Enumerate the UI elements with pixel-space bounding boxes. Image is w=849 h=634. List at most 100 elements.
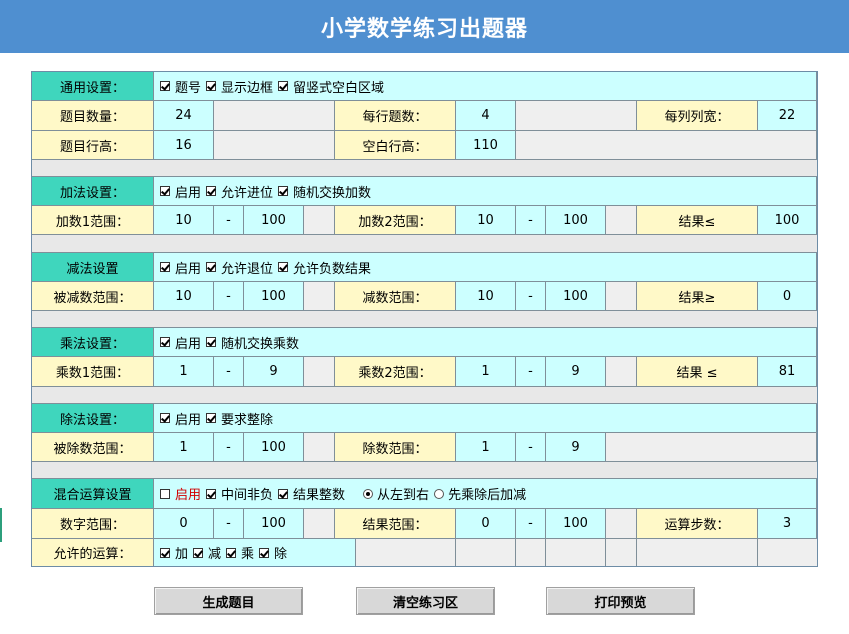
empty-cell	[516, 101, 637, 131]
subtrahend-range-label: 减数范围：	[335, 282, 456, 311]
checkbox-icon	[206, 337, 217, 347]
checkbox-icon	[193, 547, 204, 558]
mixed-integer-checkbox[interactable]: 结果整数	[278, 484, 345, 503]
order-precedence-radio[interactable]: 先乘除后加减	[434, 484, 526, 503]
addition-result-input[interactable]: 100	[758, 206, 817, 235]
col-width-label: 每列列宽：	[637, 101, 758, 131]
addend2-range-label: 加数2范围：	[335, 206, 456, 235]
factor2-max-input[interactable]: 9	[546, 357, 606, 387]
addition-enable-checkbox[interactable]: 启用	[160, 182, 201, 201]
dividend-min-input[interactable]: 1	[154, 433, 214, 462]
empty-cell	[214, 101, 335, 131]
empty-cell	[304, 282, 335, 311]
order-left-to-right-radio[interactable]: 从左到右	[363, 484, 429, 503]
division-exact-checkbox[interactable]: 要求整除	[206, 409, 273, 428]
empty-cell	[304, 206, 335, 235]
addition-settings-label: 加法设置：	[32, 177, 154, 206]
addend2-max-input[interactable]: 100	[546, 206, 606, 235]
subtraction-borrow-checkbox[interactable]: 允许退位	[206, 258, 273, 277]
number-min-input[interactable]: 0	[154, 509, 214, 539]
mixed-nonnegative-checkbox[interactable]: 中间非负	[206, 484, 273, 503]
checkbox-icon	[206, 262, 217, 272]
empty-cell	[606, 206, 637, 235]
factor1-max-input[interactable]: 9	[244, 357, 304, 387]
divisor-range-label: 除数范围：	[335, 433, 456, 462]
checkbox-icon	[160, 413, 170, 423]
multiplication-swap-checkbox[interactable]: 随机交换乘数	[206, 333, 299, 352]
checkbox-icon	[278, 262, 289, 272]
division-options: 启用 要求整除	[154, 404, 817, 433]
op-mul-checkbox[interactable]: 乘	[226, 543, 254, 562]
col-width-input[interactable]: 22	[758, 101, 817, 131]
section-separator	[32, 311, 817, 328]
number-range-label: 数字范围：	[32, 509, 154, 539]
empty-cell	[304, 357, 335, 387]
empty-cell	[304, 433, 335, 462]
addend1-max-input[interactable]: 100	[244, 206, 304, 235]
multiplication-enable-checkbox[interactable]: 启用	[160, 333, 201, 352]
section-separator	[32, 387, 817, 404]
division-enable-checkbox[interactable]: 启用	[160, 409, 201, 428]
factor1-min-input[interactable]: 1	[154, 357, 214, 387]
empty-cell	[356, 539, 456, 566]
checkbox-icon	[206, 413, 217, 423]
allowed-ops-label: 允许的运算：	[32, 539, 154, 566]
general-options: 题号 显示边框 留竖式空白区域	[154, 72, 817, 101]
range-dash: -	[214, 357, 244, 387]
addition-carry-checkbox[interactable]: 允许进位	[206, 182, 273, 201]
general-settings-label: 通用设置：	[32, 72, 154, 101]
number-max-input[interactable]: 100	[244, 509, 304, 539]
result-range-label: 结果范围：	[335, 509, 456, 539]
multiplication-result-label: 结果 ≤	[637, 357, 758, 387]
subtraction-result-input[interactable]: 0	[758, 282, 817, 311]
print-preview-button[interactable]: 打印预览	[546, 587, 695, 615]
steps-input[interactable]: 3	[758, 509, 817, 539]
minuend-range-label: 被减数范围：	[32, 282, 154, 311]
per-row-input[interactable]: 4	[456, 101, 516, 131]
subtraction-result-label: 结果≥	[637, 282, 758, 311]
steps-label: 运算步数：	[637, 509, 758, 539]
result-max-input[interactable]: 100	[546, 509, 606, 539]
subtraction-negative-checkbox[interactable]: 允许负数结果	[278, 258, 371, 277]
addend2-min-input[interactable]: 10	[456, 206, 516, 235]
dividend-max-input[interactable]: 100	[244, 433, 304, 462]
clear-practice-button[interactable]: 清空练习区	[356, 587, 495, 615]
checkbox-icon	[160, 337, 170, 347]
multiplication-settings-label: 乘法设置：	[32, 328, 154, 357]
empty-cell	[637, 539, 758, 566]
blank-height-input[interactable]: 110	[456, 131, 516, 160]
count-input[interactable]: 24	[154, 101, 214, 131]
op-sub-checkbox[interactable]: 减	[193, 543, 221, 562]
empty-cell	[516, 539, 546, 566]
range-dash: -	[214, 433, 244, 462]
generate-button[interactable]: 生成题目	[154, 587, 303, 615]
multiplication-result-input[interactable]: 81	[758, 357, 817, 387]
per-row-label: 每行题数：	[335, 101, 456, 131]
addition-result-label: 结果≤	[637, 206, 758, 235]
option-number-checkbox[interactable]: 题号	[160, 77, 201, 96]
checkbox-icon	[160, 186, 170, 196]
radio-icon	[363, 488, 374, 499]
op-add-checkbox[interactable]: 加	[160, 543, 188, 562]
radio-icon	[434, 488, 445, 499]
option-border-checkbox[interactable]: 显示边框	[206, 77, 273, 96]
divisor-max-input[interactable]: 9	[546, 433, 606, 462]
subtrahend-max-input[interactable]: 100	[546, 282, 606, 311]
addition-swap-checkbox[interactable]: 随机交换加数	[278, 182, 371, 201]
mixed-enable-checkbox[interactable]: 启用	[160, 484, 201, 503]
settings-panel: 通用设置： 题号 显示边框 留竖式空白区域 题目数量： 24 每行题数： 4 每…	[31, 71, 818, 567]
result-min-input[interactable]: 0	[456, 509, 516, 539]
divisor-min-input[interactable]: 1	[456, 433, 516, 462]
subtrahend-min-input[interactable]: 10	[456, 282, 516, 311]
minuend-min-input[interactable]: 10	[154, 282, 214, 311]
option-blank-area-checkbox[interactable]: 留竖式空白区域	[278, 77, 384, 96]
dividend-range-label: 被除数范围：	[32, 433, 154, 462]
addition-options: 启用 允许进位 随机交换加数	[154, 177, 817, 206]
subtraction-enable-checkbox[interactable]: 启用	[160, 258, 201, 277]
factor2-min-input[interactable]: 1	[456, 357, 516, 387]
row-height-input[interactable]: 16	[154, 131, 214, 160]
range-dash: -	[516, 206, 546, 235]
op-div-checkbox[interactable]: 除	[259, 543, 287, 562]
addend1-min-input[interactable]: 10	[154, 206, 214, 235]
minuend-max-input[interactable]: 100	[244, 282, 304, 311]
